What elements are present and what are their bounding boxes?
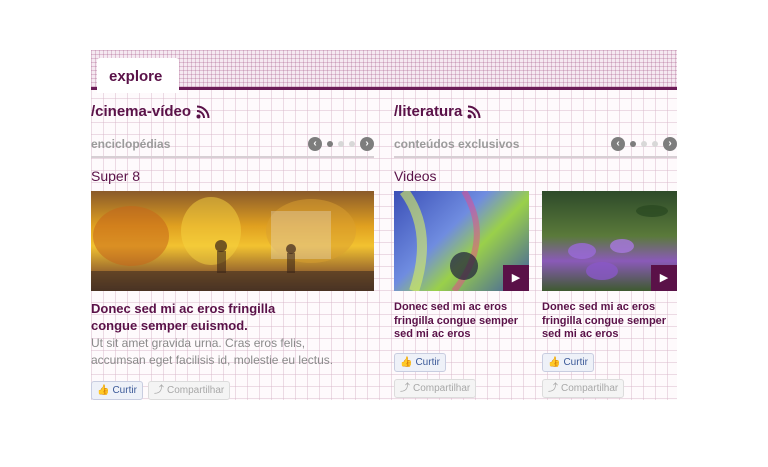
headline-line: Donec sed mi ac eros [542,301,656,313]
chevron-right-icon[interactable]: › [663,137,677,151]
column-cinema-video: /cinema-vídeo enciclopédias ‹ › Super 8 [91,90,374,400]
share-icon: ⤴ [154,384,164,396]
subcategory-label[interactable]: enciclopédias [91,137,170,151]
article-summary: Ut sit amet gravida urna. Cras eros feli… [91,335,374,369]
tab-explore-label: explore [109,68,163,85]
share-label: Compartilhar [561,383,619,394]
rss-icon[interactable] [196,105,210,119]
headline-line: Donec sed mi ac eros fringilla [91,301,276,316]
headline-line: sed mi ac eros [542,328,619,340]
headline-line: sed mi ac eros [394,328,471,340]
like-button[interactable]: 👍 Curtir [394,353,446,372]
headline-line: fringilla congue semper [542,314,667,327]
carousel-pager: ‹ › [308,137,374,151]
chevron-right-icon[interactable]: › [360,137,374,151]
play-icon[interactable]: ▶ [651,265,677,291]
pager-dot[interactable] [338,141,344,147]
video-thumbnail[interactable]: ▶ [542,191,677,291]
subcategory-bar: enciclopédias ‹ › [91,134,374,158]
share-label: Compartilhar [167,385,225,396]
article-photo[interactable] [91,191,374,291]
section-title-label: /cinema-vídeo [91,103,192,120]
like-label: Curtir [112,385,137,396]
carousel-pager: ‹ › [611,137,677,151]
column-literatura: /literatura conteúdos exclusivos ‹ › Vid… [394,90,677,400]
summary-line: accumsan eget facilisis id, molestie eu … [91,353,334,367]
subcategory-label[interactable]: conteúdos exclusivos [394,137,519,151]
section-title-literatura[interactable]: /literatura [394,103,481,120]
chevron-left-icon[interactable]: ‹ [611,137,625,151]
share-icon: ⤴ [548,382,558,394]
headline-line: fringilla congue semper [394,314,519,327]
like-label: Curtir [415,357,440,368]
pager-dot[interactable] [652,141,658,147]
explore-widget: explore /cinema-vídeo enciclopédias ‹ › … [91,50,677,400]
share-label: Compartilhar [413,383,471,394]
article-headline[interactable]: Donec sed mi ac eros fringilla congue se… [91,300,374,334]
page: explore /cinema-vídeo enciclopédias ‹ › … [0,0,768,467]
section-title-cinema-video[interactable]: /cinema-vídeo [91,103,210,120]
like-label: Curtir [563,357,588,368]
section-title-label: /literatura [394,103,463,120]
thumbs-up-icon: 👍 [400,356,413,368]
category-title[interactable]: Super 8 [91,168,140,184]
rss-icon[interactable] [467,105,481,119]
play-icon[interactable]: ▶ [503,265,529,291]
summary-line: Ut sit amet gravida urna. Cras eros feli… [91,336,306,350]
chevron-left-icon[interactable]: ‹ [308,137,322,151]
like-button[interactable]: 👍 Curtir [542,353,594,372]
tab-explore[interactable]: explore [97,58,179,93]
subcategory-bar: conteúdos exclusivos ‹ › [394,134,677,158]
thumbs-up-icon: 👍 [97,384,110,396]
category-title[interactable]: Videos [394,168,437,184]
headline-line: congue semper euismod. [91,318,248,333]
share-button[interactable]: ⤴ Compartilhar [394,379,477,398]
pager-dot[interactable] [630,141,636,147]
photo-illustration [91,197,374,291]
thumbs-up-icon: 👍 [548,356,561,368]
share-icon: ⤴ [400,382,410,394]
pager-dot[interactable] [349,141,355,147]
share-button[interactable]: ⤴ Compartilhar [148,381,231,400]
pager-dot[interactable] [641,141,647,147]
video-thumbnail[interactable]: ▶ [394,191,529,291]
pager-dot[interactable] [327,141,333,147]
headline-line: Donec sed mi ac eros [394,301,508,313]
video-headline[interactable]: Donec sed mi ac eros fringilla congue se… [542,301,677,342]
video-headline[interactable]: Donec sed mi ac eros fringilla congue se… [394,301,532,342]
share-button[interactable]: ⤴ Compartilhar [542,379,625,398]
like-button[interactable]: 👍 Curtir [91,381,143,400]
